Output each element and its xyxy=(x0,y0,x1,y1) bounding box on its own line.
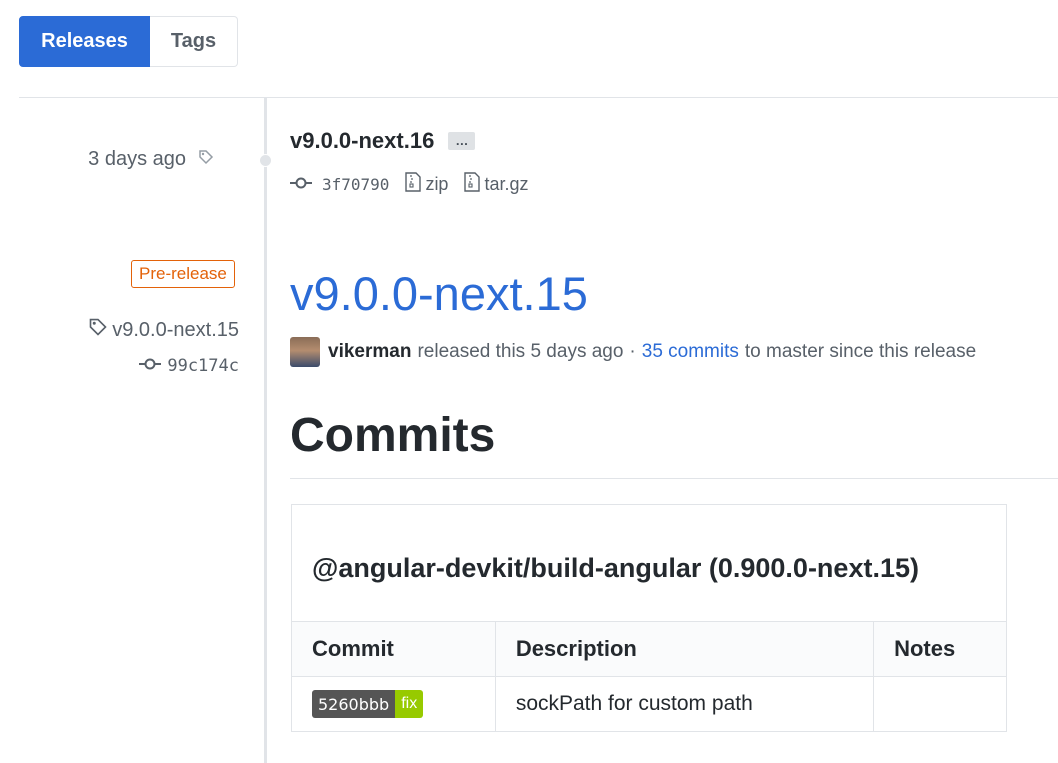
sidebar-commit[interactable]: 99c174c xyxy=(139,356,239,376)
expand-ellipsis-button[interactable]: … xyxy=(448,132,476,150)
since-release-text: to master since this release xyxy=(744,341,977,362)
tag-icon xyxy=(88,317,108,343)
table-header-row: Commit Description Notes xyxy=(291,621,1007,677)
commit-badge[interactable]: 5260bbb fix xyxy=(312,690,424,718)
released-text: released this 5 days ago xyxy=(417,341,624,362)
column-header-notes: Notes xyxy=(873,621,1007,677)
commit-badge-type: fix xyxy=(395,690,424,718)
column-header-commit: Commit xyxy=(291,621,496,677)
sidebar-commit-sha: 99c174c xyxy=(167,356,239,376)
file-zip-icon xyxy=(405,172,422,197)
tab-releases[interactable]: Releases xyxy=(19,16,150,67)
release-title[interactable]: v9.0.0-next.15 xyxy=(290,264,588,324)
sidebar-tag[interactable]: v9.0.0-next.15 xyxy=(88,317,239,343)
table-row: 5260bbb fix sockPath for custom path xyxy=(291,676,1007,732)
release-tabs: Releases Tags xyxy=(19,16,238,67)
avatar[interactable] xyxy=(290,337,320,367)
description-cell: sockPath for custom path xyxy=(494,676,875,732)
commit-cell: 5260bbb fix xyxy=(291,676,496,732)
release-small-header: v9.0.0-next.16 … xyxy=(290,128,476,154)
tag-icon xyxy=(198,148,214,171)
targz-download-link[interactable]: tar.gz xyxy=(464,172,528,197)
meta-separator: · xyxy=(629,341,636,362)
release-date: 3 days ago xyxy=(88,148,214,171)
commits-table: Commit Description Notes 5260bbb fix soc… xyxy=(291,621,1007,732)
commits-divider xyxy=(290,478,1058,479)
file-zip-icon xyxy=(464,172,481,197)
sidebar-tag-label: v9.0.0-next.15 xyxy=(112,318,239,341)
commits-heading: Commits xyxy=(290,409,496,462)
commits-since-link[interactable]: 35 commits xyxy=(642,341,739,363)
release-date-text: 3 days ago xyxy=(88,148,186,170)
timeline-line xyxy=(264,98,267,763)
release-small-meta: 3f70790 zip tar.gz xyxy=(290,172,528,197)
commits-box: @angular-devkit/build-angular (0.900.0-n… xyxy=(291,504,1007,732)
targz-label: tar.gz xyxy=(484,174,529,194)
timeline-dot xyxy=(259,154,272,167)
package-heading: @angular-devkit/build-angular (0.900.0-n… xyxy=(312,553,919,583)
commit-icon xyxy=(290,174,312,195)
notes-cell xyxy=(873,676,1007,732)
release-small-title[interactable]: v9.0.0-next.16 xyxy=(290,128,434,154)
zip-download-link[interactable]: zip xyxy=(405,172,448,197)
zip-label: zip xyxy=(425,174,449,194)
author-link[interactable]: vikerman xyxy=(328,341,411,363)
tab-tags[interactable]: Tags xyxy=(150,16,238,67)
top-divider xyxy=(19,97,1058,98)
small-commit-sha: 3f70790 xyxy=(322,175,390,194)
pre-release-badge: Pre-release xyxy=(131,260,235,288)
small-commit-link[interactable]: 3f70790 xyxy=(290,174,389,195)
commit-icon xyxy=(139,356,162,376)
column-header-description: Description xyxy=(494,621,875,677)
release-meta: vikerman released this 5 days ago · 35 c… xyxy=(290,337,976,367)
commit-badge-sha: 5260bbb xyxy=(312,690,396,718)
